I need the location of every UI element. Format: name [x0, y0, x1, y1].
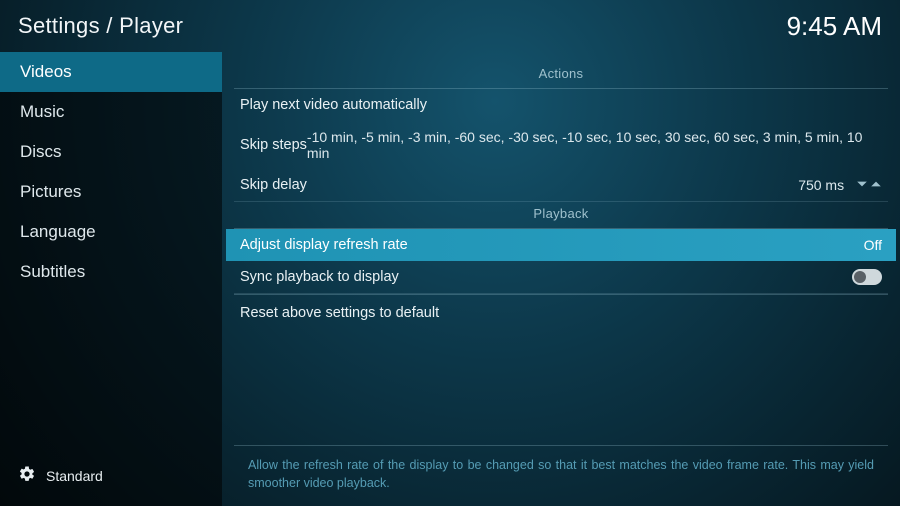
row-value: -10 min, -5 min, -3 min, -60 sec, -30 se… — [307, 129, 882, 161]
spinner-arrows-icon[interactable] — [856, 178, 882, 190]
row-reset-defaults[interactable]: Reset above settings to default — [234, 294, 888, 329]
row-label: Sync playback to display — [240, 269, 399, 285]
breadcrumb: Settings / Player — [18, 13, 183, 39]
row-label: Skip steps — [240, 137, 307, 153]
row-label: Adjust display refresh rate — [240, 237, 408, 253]
row-value: 750 ms — [798, 177, 882, 193]
row-skip-steps[interactable]: Skip steps -10 min, -5 min, -3 min, -60 … — [226, 121, 896, 169]
sidebar-item-pictures[interactable]: Pictures — [0, 172, 222, 212]
section-header-actions: Actions — [234, 62, 888, 89]
settings-level-toggle[interactable]: Standard — [0, 457, 222, 494]
sidebar-item-discs[interactable]: Discs — [0, 132, 222, 172]
row-adjust-refresh[interactable]: Adjust display refresh rate Off — [226, 229, 896, 261]
row-sync-playback[interactable]: Sync playback to display — [234, 261, 888, 294]
section-header-playback: Playback — [234, 202, 888, 229]
row-label: Reset above settings to default — [240, 305, 439, 321]
sidebar: Videos Music Discs Pictures Language Sub… — [0, 52, 222, 506]
row-value: Off — [864, 237, 882, 253]
row-label: Play next video automatically — [240, 97, 427, 113]
row-skip-delay[interactable]: Skip delay 750 ms — [234, 169, 888, 202]
settings-level-label: Standard — [46, 468, 103, 484]
gear-icon — [18, 465, 36, 486]
sidebar-item-language[interactable]: Language — [0, 212, 222, 252]
header: Settings / Player 9:45 AM — [0, 0, 900, 52]
sidebar-item-videos[interactable]: Videos — [0, 52, 222, 92]
help-text: Allow the refresh rate of the display to… — [234, 445, 888, 506]
settings-panel: Actions Play next video automatically Sk… — [222, 52, 900, 506]
sidebar-item-music[interactable]: Music — [0, 92, 222, 132]
clock: 9:45 AM — [787, 11, 882, 42]
sidebar-item-subtitles[interactable]: Subtitles — [0, 252, 222, 292]
row-play-next[interactable]: Play next video automatically — [226, 89, 896, 121]
row-label: Skip delay — [240, 177, 307, 193]
toggle-switch[interactable] — [852, 269, 882, 285]
